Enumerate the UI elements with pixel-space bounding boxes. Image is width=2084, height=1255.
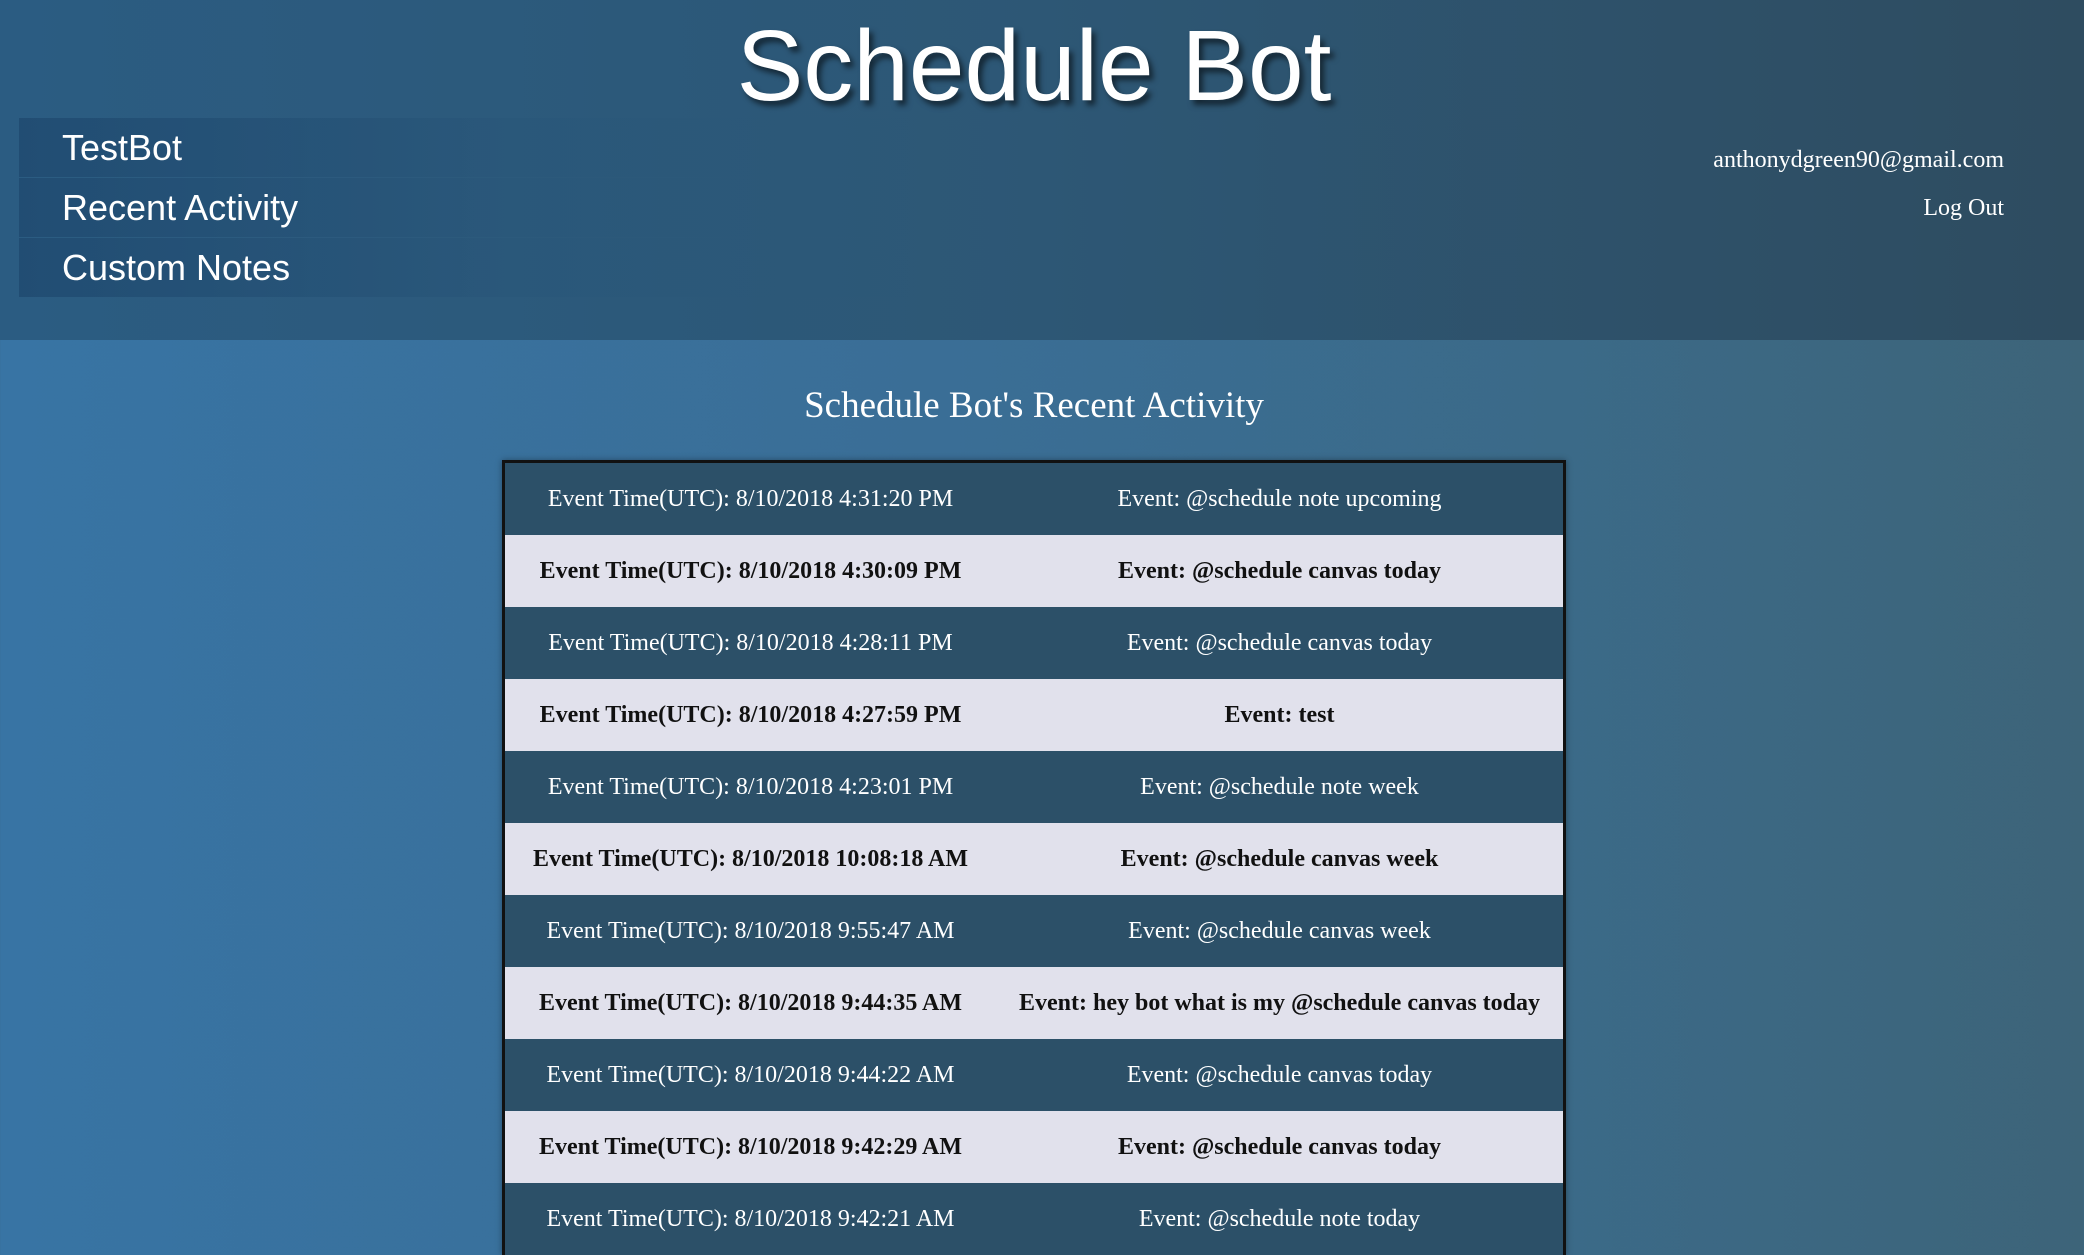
table-row: Event Time(UTC): 8/10/2018 9:44:35 AM Ev… [505,967,1563,1039]
logout-link[interactable]: Log Out [1713,188,2004,228]
event-text-cell: Event: @schedule canvas today [1126,1061,1433,1088]
account-panel: anthonydgreen90@gmail.com Log Out [1713,140,2004,228]
page-heading: Schedule Bot's Recent Activity [804,385,1264,426]
event-time-cell: Event Time(UTC): 8/10/2018 9:55:47 AM [546,917,955,944]
event-text-cell: Event: test [1224,701,1335,728]
event-text-cell: Event: @schedule canvas today [1117,557,1441,584]
app-title: Schedule Bot [736,10,1332,122]
table-row: Event Time(UTC): 8/10/2018 4:31:20 PM Ev… [505,463,1563,535]
table-row: Event Time(UTC): 8/10/2018 9:44:22 AM Ev… [505,1039,1563,1111]
nav-item-custom-notes[interactable]: Custom Notes [19,238,919,297]
event-time-cell: Event Time(UTC): 8/10/2018 10:08:18 AM [532,845,969,872]
event-time-cell: Event Time(UTC): 8/10/2018 4:28:11 PM [548,629,953,656]
nav-item-testbot[interactable]: TestBot [19,118,919,177]
event-text-cell: Event: @schedule canvas today [1117,1133,1441,1160]
event-text-cell: Event: hey bot what is my @schedule canv… [1018,989,1540,1016]
event-time-cell: Event Time(UTC): 8/10/2018 4:23:01 PM [547,773,954,800]
event-text-cell: Event: @schedule note today [1138,1205,1421,1232]
user-email: anthonydgreen90@gmail.com [1713,147,2004,173]
table-row: Event Time(UTC): 8/10/2018 10:08:18 AM E… [505,823,1563,895]
nav-item-recent-activity[interactable]: Recent Activity [19,178,919,237]
event-text-cell: Event: @schedule canvas week [1120,845,1439,872]
event-time-cell: Event Time(UTC): 8/10/2018 4:31:20 PM [547,485,954,512]
event-text-cell: Event: @schedule canvas week [1128,917,1431,944]
table-row: Event Time(UTC): 8/10/2018 4:30:09 PM Ev… [505,535,1563,607]
event-time-cell: Event Time(UTC): 8/10/2018 9:44:35 AM [538,989,963,1016]
table-row: Event Time(UTC): 8/10/2018 4:28:11 PM Ev… [505,607,1563,679]
event-time-cell: Event Time(UTC): 8/10/2018 9:44:22 AM [546,1061,955,1088]
event-text-cell: Event: @schedule note week [1140,773,1419,800]
table-row: Event Time(UTC): 8/10/2018 9:42:21 AM Ev… [505,1183,1563,1255]
header: Schedule Bot TestBot Recent Activity Cus… [0,0,2084,340]
event-time-cell: Event Time(UTC): 8/10/2018 4:27:59 PM [539,701,962,728]
event-time-cell: Event Time(UTC): 8/10/2018 9:42:29 AM [538,1133,963,1160]
table-row: Event Time(UTC): 8/10/2018 4:27:59 PM Ev… [505,679,1563,751]
activity-table: Event Time(UTC): 8/10/2018 4:31:20 PM Ev… [502,460,1566,1255]
table-row: Event Time(UTC): 8/10/2018 9:42:29 AM Ev… [505,1111,1563,1183]
table-row: Event Time(UTC): 8/10/2018 9:55:47 AM Ev… [505,895,1563,967]
event-time-cell: Event Time(UTC): 8/10/2018 9:42:21 AM [546,1205,955,1232]
event-time-cell: Event Time(UTC): 8/10/2018 4:30:09 PM [539,557,962,584]
event-text-cell: Event: @schedule canvas today [1126,629,1433,656]
sidebar-nav: TestBot Recent Activity Custom Notes [19,118,919,298]
table-row: Event Time(UTC): 8/10/2018 4:23:01 PM Ev… [505,751,1563,823]
event-text-cell: Event: @schedule note upcoming [1117,485,1442,512]
